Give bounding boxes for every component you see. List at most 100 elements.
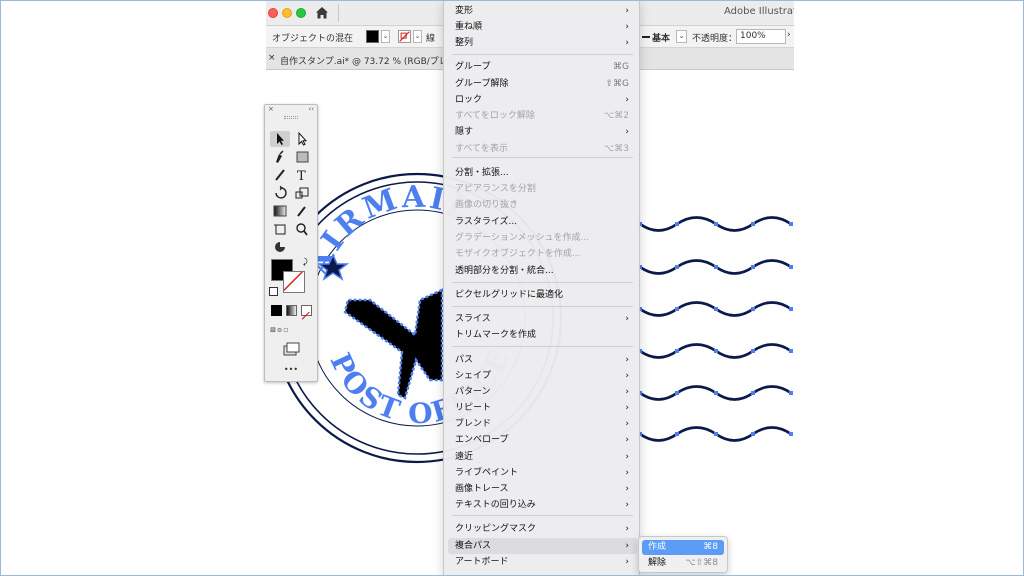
menu-item-label: すべてを表示 — [455, 144, 508, 154]
menu-item[interactable]: 画像トレース › — [448, 481, 637, 497]
tools-panel-header: × ‹‹ — [265, 105, 317, 115]
menu-item[interactable]: 分割・拡張... — [448, 165, 637, 181]
anchor-point — [751, 307, 755, 311]
rotate-tool-icon[interactable] — [270, 185, 290, 201]
anchor-point — [714, 391, 718, 395]
submenu-arrow-icon: › — [625, 355, 629, 365]
pen-tool-icon[interactable] — [270, 149, 290, 165]
fill-color-swatch[interactable] — [366, 30, 379, 43]
direct-selection-tool-icon[interactable] — [292, 131, 312, 147]
artboard-tool-icon[interactable] — [270, 221, 290, 237]
menu-item[interactable]: ピクセルグリッドに最適化 — [448, 287, 637, 303]
menu-item-label: 重ね順 — [455, 22, 483, 32]
menu-item-label: 分割・拡張... — [455, 168, 509, 178]
selection-tool-icon[interactable] — [270, 131, 290, 147]
menu-item[interactable]: 複合パス › — [448, 538, 637, 554]
graphic-style-label[interactable]: 基本 — [652, 31, 670, 44]
anchor-point — [714, 265, 718, 269]
gradient-tool-icon[interactable] — [270, 203, 290, 219]
tab-close-icon[interactable]: × — [268, 53, 276, 63]
zoom-tool-icon[interactable] — [292, 221, 312, 237]
menu-item[interactable]: トリムマークを作成 — [448, 327, 637, 343]
menu-item[interactable]: アートボード › — [448, 554, 637, 570]
menu-item[interactable]: パターン › — [448, 384, 637, 400]
gradient-mode-icon[interactable] — [286, 305, 297, 316]
tools-panel: × ‹‹ T ⤸ ••• — [264, 104, 318, 382]
anchor-point — [789, 432, 793, 436]
menu-item-label: 画像トレース — [455, 484, 509, 494]
menu-item-label: モザイクオブジェクトを作成... — [455, 249, 581, 259]
menu-item-label: すべてをロック解除 — [455, 111, 535, 121]
close-window-button[interactable] — [268, 8, 278, 18]
release-compound-path-item[interactable]: 解除 ⌥⇧⌘8 — [642, 556, 724, 571]
default-colors-icon[interactable] — [269, 287, 278, 296]
stroke-label[interactable]: 線 — [426, 31, 435, 44]
menu-item[interactable]: ライブペイント › — [448, 465, 637, 481]
opacity-input[interactable]: 100% — [736, 29, 786, 44]
rectangle-tool-icon[interactable] — [292, 149, 312, 165]
eyedropper-tool-icon[interactable] — [292, 203, 312, 219]
stroke-color-box[interactable] — [283, 271, 305, 293]
menu-item[interactable]: クリッピングマスク › — [448, 521, 637, 537]
submenu-arrow-icon: › — [625, 484, 629, 494]
menu-item[interactable]: 重ね順 › — [448, 19, 637, 35]
menu-item[interactable]: ラスタライズ... — [448, 214, 637, 230]
edit-toolbar-icon[interactable]: ••• — [265, 365, 317, 374]
menu-item[interactable]: ロック › — [448, 92, 637, 108]
screen-mode-icon[interactable] — [281, 341, 301, 357]
menu-item[interactable]: エンベロープ › — [448, 432, 637, 448]
tools-close-icon[interactable]: × — [268, 105, 274, 113]
menu-item[interactable]: 整列 › — [448, 35, 637, 51]
submenu-item-shortcut: ⌘8 — [703, 542, 718, 552]
menu-item[interactable]: 変形 › — [448, 3, 637, 19]
anchor-point — [789, 265, 793, 269]
swap-colors-icon[interactable]: ⤸ — [303, 257, 313, 267]
menu-item[interactable]: グループ解除 ⇧⌘G — [448, 76, 637, 92]
type-tool-icon[interactable]: T — [292, 167, 312, 183]
stroke-dropdown[interactable]: ⌄ — [413, 30, 422, 43]
draw-mode-icons[interactable] — [270, 322, 314, 338]
menu-separator — [452, 346, 633, 347]
menu-item: 画像の切り抜き — [448, 197, 637, 213]
menu-item-label: リピート — [455, 403, 492, 413]
zoom-window-button[interactable] — [296, 8, 306, 18]
submenu-arrow-icon: › — [625, 95, 629, 105]
submenu-arrow-icon: › — [625, 435, 629, 445]
menu-item: すべてをロック解除 ⌥⌘2 — [448, 108, 637, 124]
fill-dropdown[interactable]: ⌄ — [381, 30, 390, 43]
menu-item[interactable]: グループ ⌘G — [448, 59, 637, 75]
graphic-style-dropdown[interactable]: ⌄ — [676, 30, 687, 43]
color-mode-icon[interactable] — [271, 305, 282, 316]
menu-item[interactable]: リピート › — [448, 400, 637, 416]
anchor-point — [675, 432, 679, 436]
menu-item[interactable]: 隠す › — [448, 124, 637, 140]
submenu-item-label: 作成 — [648, 542, 667, 552]
tools-collapse-icon[interactable]: ‹‹ — [308, 105, 314, 113]
home-icon[interactable] — [314, 5, 330, 21]
postmark-waves[interactable] — [639, 216, 792, 442]
opacity-label: 不透明度： — [692, 34, 738, 44]
stroke-profile-sample[interactable] — [642, 36, 650, 38]
stroke-color-swatch[interactable] — [398, 30, 411, 43]
menu-item[interactable]: テキストの回り込み › — [448, 497, 637, 513]
shape-builder-tool-icon[interactable] — [270, 239, 290, 255]
menu-item-label: ピクセルグリッドに最適化 — [455, 290, 564, 300]
menu-item[interactable]: 遠近 › — [448, 449, 637, 465]
menu-item-shortcut: ⌥⌘3 — [603, 144, 629, 154]
menu-item[interactable]: シェイプ › — [448, 368, 637, 384]
menu-item-label: スライス — [455, 314, 491, 324]
scale-tool-icon[interactable] — [292, 185, 312, 201]
menu-item[interactable]: ブレンド › — [448, 416, 637, 432]
menu-item[interactable]: パス › — [448, 352, 637, 368]
menu-item[interactable]: スライス › — [448, 311, 637, 327]
menu-item-label: ラスタライズ... — [455, 217, 518, 227]
tools-grip[interactable] — [284, 116, 298, 119]
opacity-stepper[interactable]: › — [787, 30, 791, 40]
paintbrush-tool-icon[interactable] — [270, 167, 290, 183]
title-divider — [338, 4, 339, 22]
minimize-window-button[interactable] — [282, 8, 292, 18]
menu-item[interactable]: 透明部分を分割・統合... — [448, 263, 637, 279]
make-compound-path-item[interactable]: 作成 ⌘8 — [642, 540, 724, 555]
none-mode-icon[interactable] — [301, 305, 312, 320]
menu-separator — [452, 515, 633, 516]
